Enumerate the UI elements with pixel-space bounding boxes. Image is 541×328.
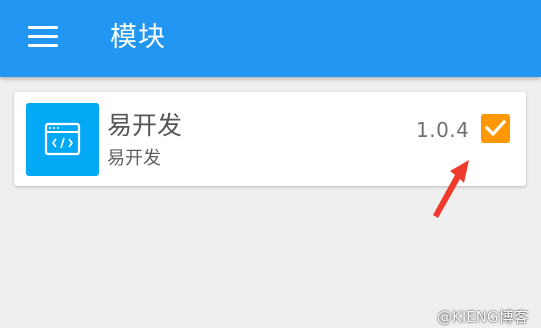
red-arrow-pointing-to-checkbox <box>433 160 469 218</box>
